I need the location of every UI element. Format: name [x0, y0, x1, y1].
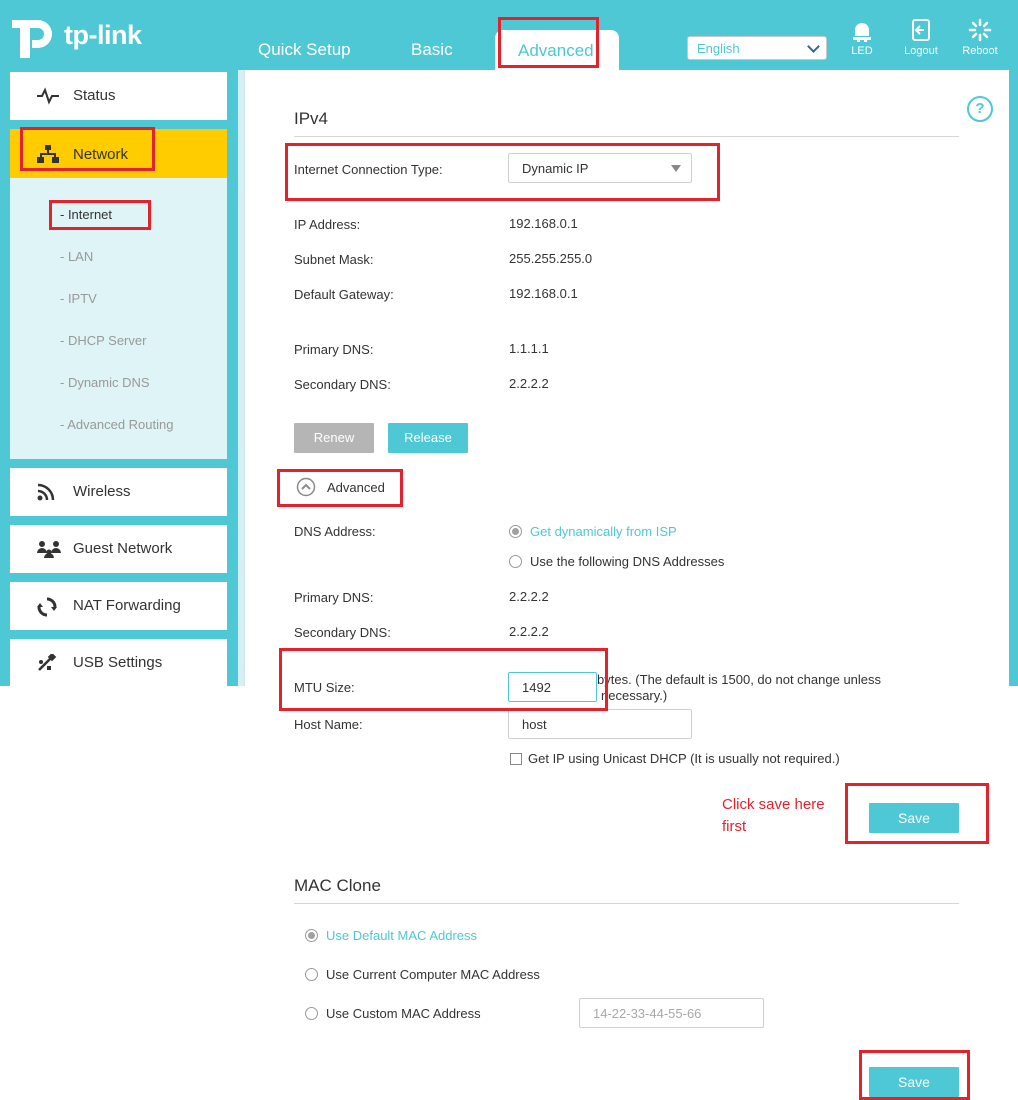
subnav-item-advanced-routing[interactable]: - Advanced Routing	[60, 417, 173, 432]
logout-button[interactable]: Logout	[891, 18, 951, 57]
highlight-box-save-first	[845, 783, 989, 844]
custom-mac-placeholder: 14-22-33-44-55-66	[593, 1006, 702, 1021]
sidebar-item-guest-network[interactable]: Guest Network	[10, 525, 227, 573]
ip-address-label: IP Address:	[294, 217, 361, 232]
primary-dns-value: 1.1.1.1	[509, 341, 549, 356]
release-button[interactable]: Release	[388, 423, 468, 453]
wifi-icon	[37, 483, 55, 501]
ipv4-title: IPv4	[294, 109, 329, 128]
tab-basic[interactable]: Basic	[411, 40, 453, 60]
language-value: English	[697, 41, 740, 56]
adv-secondary-dns-label: Secondary DNS:	[294, 625, 391, 640]
brand-name: tp-link	[64, 20, 142, 50]
dns-radio-manual[interactable]	[509, 555, 522, 568]
highlight-box-mtu	[279, 648, 608, 711]
usb-icon	[38, 654, 57, 671]
reboot-button[interactable]: Reboot	[950, 18, 1010, 57]
host-name-label: Host Name:	[294, 717, 363, 732]
subnav-item-lan[interactable]: - LAN	[60, 249, 93, 264]
guest-network-icon	[37, 541, 61, 558]
sidebar-item-nat-forwarding[interactable]: NAT Forwarding	[10, 582, 227, 630]
sidebar-item-status[interactable]: Status	[10, 72, 227, 120]
dns-radio-isp[interactable]	[509, 525, 522, 538]
unicast-dhcp-label[interactable]: Get IP using Unicast DHCP (It is usually…	[528, 751, 840, 766]
sidebar-item-wireless[interactable]: Wireless	[10, 468, 227, 516]
adv-primary-dns-value: 2.2.2.2	[509, 589, 549, 604]
annotation-line2: first	[722, 818, 747, 835]
highlight-box-network	[20, 127, 155, 171]
dns-option-isp-label[interactable]: Get dynamically from ISP	[530, 524, 677, 539]
default-gateway-label: Default Gateway:	[294, 287, 394, 302]
secondary-dns-label: Secondary DNS:	[294, 377, 391, 392]
mac-radio-current[interactable]	[305, 968, 318, 981]
led-label: LED	[851, 45, 873, 57]
secondary-dns-value: 2.2.2.2	[509, 376, 549, 391]
dns-option-manual-label[interactable]: Use the following DNS Addresses	[530, 554, 724, 569]
host-name-input[interactable]: host	[508, 709, 692, 739]
chevron-down-icon	[807, 40, 820, 53]
default-gateway-value: 192.168.0.1	[509, 286, 578, 301]
subnet-mask-label: Subnet Mask:	[294, 252, 374, 267]
subnav-item-dhcp-server[interactable]: - DHCP Server	[60, 333, 146, 348]
highlight-box-internet	[49, 200, 151, 230]
sidebar-item-label: Wireless	[73, 483, 131, 500]
adv-primary-dns-label: Primary DNS:	[294, 590, 374, 605]
mac-radio-custom[interactable]	[305, 1007, 318, 1020]
subnav-item-dynamic-dns[interactable]: - Dynamic DNS	[60, 375, 150, 390]
sidebar-item-label: USB Settings	[73, 654, 163, 671]
language-select[interactable]: English	[687, 36, 827, 60]
reboot-label: Reboot	[962, 45, 998, 57]
logout-label: Logout	[904, 45, 938, 57]
right-frame	[1009, 70, 1018, 686]
dns-address-label: DNS Address:	[294, 524, 376, 539]
tp-link-logo-icon	[12, 20, 52, 58]
renew-button[interactable]: Renew	[294, 423, 374, 453]
highlight-box-advanced-tab	[498, 17, 599, 68]
annotation-line1: Click save here	[722, 796, 825, 813]
sidebar-item-label: NAT Forwarding	[73, 597, 181, 614]
sidebar-item-label: Status	[73, 87, 116, 104]
ip-address-value: 192.168.0.1	[509, 216, 578, 231]
tab-quick-setup[interactable]: Quick Setup	[258, 40, 351, 60]
highlight-box-advanced-toggle	[277, 469, 403, 507]
led-button[interactable]: LED	[832, 18, 892, 57]
divider	[294, 903, 959, 904]
divider	[294, 136, 959, 137]
logout-icon	[912, 19, 930, 41]
unicast-dhcp-checkbox[interactable]	[510, 753, 522, 765]
highlight-box-save-second	[859, 1050, 970, 1100]
pulse-icon	[37, 87, 59, 105]
subnav-item-iptv[interactable]: - IPTV	[60, 291, 97, 306]
mac-option-custom-label[interactable]: Use Custom MAC Address	[326, 1006, 481, 1021]
highlight-box-connection-type	[285, 143, 720, 201]
reboot-icon	[968, 18, 992, 42]
panel-border-line	[244, 70, 245, 686]
led-icon	[853, 23, 871, 42]
mac-option-default-label[interactable]: Use Default MAC Address	[326, 928, 477, 943]
host-name-value: host	[522, 717, 547, 732]
mac-option-current-label[interactable]: Use Current Computer MAC Address	[326, 967, 540, 982]
help-icon[interactable]: ?	[967, 96, 993, 122]
custom-mac-input[interactable]: 14-22-33-44-55-66	[579, 998, 764, 1028]
subnet-mask-value: 255.255.255.0	[509, 251, 593, 266]
sidebar-item-usb-settings[interactable]: USB Settings	[10, 639, 227, 687]
mtu-note-line1: bytes. (The default is 1500, do not chan…	[597, 672, 882, 687]
mac-clone-title: MAC Clone	[294, 876, 381, 895]
primary-dns-label: Primary DNS:	[294, 342, 374, 357]
mtu-note-line2: necessary.)	[601, 688, 668, 703]
nat-icon	[37, 597, 57, 617]
mac-radio-default[interactable]	[305, 929, 318, 942]
sidebar-item-label: Guest Network	[73, 540, 173, 557]
adv-secondary-dns-value: 2.2.2.2	[509, 624, 549, 639]
